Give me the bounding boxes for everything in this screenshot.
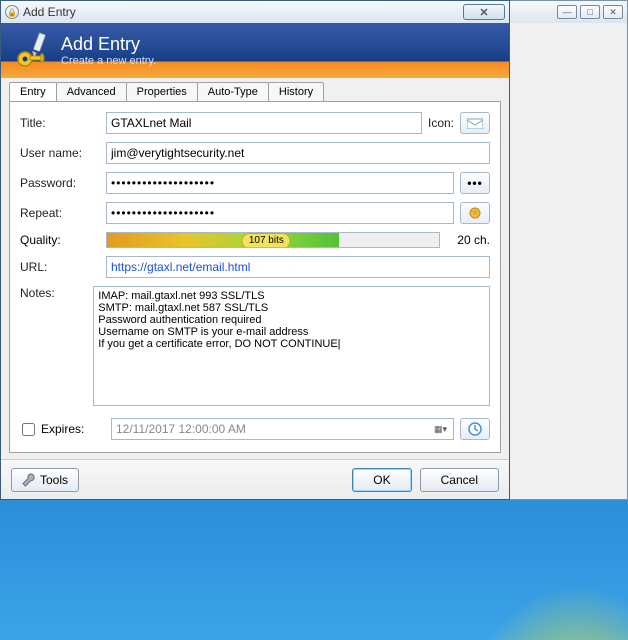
url-label: URL: <box>20 260 100 274</box>
tab-advanced[interactable]: Advanced <box>56 82 127 101</box>
username-label: User name: <box>20 146 100 160</box>
tools-label: Tools <box>40 473 68 487</box>
dialog-title: Add Entry <box>23 5 463 19</box>
quality-meter: 107 bits <box>106 232 440 248</box>
notes-textarea[interactable]: IMAP: mail.gtaxl.net 993 SSL/TLS SMTP: m… <box>93 286 490 406</box>
repeat-label: Repeat: <box>20 206 100 220</box>
url-input[interactable] <box>106 256 490 278</box>
calendar-dropdown-icon: ▦▾ <box>432 424 449 435</box>
background-window: — □ ✕ <box>508 0 628 500</box>
password-label: Password: <box>20 176 100 190</box>
add-entry-dialog: 🔒 Add Entry ✕ Add Entry Create a new ent… <box>0 0 510 500</box>
bg-close-button[interactable]: ✕ <box>603 5 623 19</box>
password-input[interactable] <box>106 172 454 194</box>
tab-entry[interactable]: Entry <box>9 82 57 101</box>
cancel-button[interactable]: Cancel <box>420 468 499 492</box>
show-password-button[interactable]: ••• <box>460 172 490 194</box>
notes-label: Notes: <box>20 286 87 300</box>
quality-bits: 107 bits <box>242 233 291 248</box>
quality-label: Quality: <box>20 233 100 247</box>
tab-strip: Entry Advanced Properties Auto-Type Hist… <box>1 78 509 101</box>
generate-password-button[interactable] <box>460 202 490 224</box>
tools-button[interactable]: Tools <box>11 468 79 492</box>
title-input[interactable] <box>106 112 422 134</box>
banner-title: Add Entry <box>61 34 156 55</box>
lock-icon: 🔒 <box>5 5 19 19</box>
icon-label: Icon: <box>428 116 454 130</box>
tab-autotype[interactable]: Auto-Type <box>197 82 269 101</box>
key-pencil-icon <box>13 31 53 71</box>
icon-picker-button[interactable] <box>460 112 490 134</box>
dialog-titlebar[interactable]: 🔒 Add Entry ✕ <box>1 1 509 23</box>
tab-properties[interactable]: Properties <box>126 82 198 101</box>
entry-panel: Title: Icon: User name: Password: ••• Re… <box>9 101 501 453</box>
username-input[interactable] <box>106 142 490 164</box>
close-button[interactable]: ✕ <box>463 4 505 20</box>
expires-label: Expires: <box>41 422 105 436</box>
wrench-icon <box>22 473 36 487</box>
expires-checkbox[interactable] <box>22 423 35 436</box>
expires-date-picker[interactable]: 12/11/2017 12:00:00 AM ▦▾ <box>111 418 454 440</box>
expires-date-text: 12/11/2017 12:00:00 AM <box>116 422 246 436</box>
quality-chars: 20 ch. <box>446 233 490 247</box>
repeat-input[interactable] <box>106 202 454 224</box>
tab-history[interactable]: History <box>268 82 324 101</box>
banner-subtitle: Create a new entry. <box>61 55 156 67</box>
expires-preset-button[interactable] <box>460 418 490 440</box>
dialog-footer: Tools OK Cancel <box>1 459 509 499</box>
ok-button[interactable]: OK <box>352 468 411 492</box>
bg-maximize-button[interactable]: □ <box>580 5 600 19</box>
bg-minimize-button[interactable]: — <box>557 5 577 19</box>
title-label: Title: <box>20 116 100 130</box>
dialog-banner: Add Entry Create a new entry. <box>1 23 509 78</box>
